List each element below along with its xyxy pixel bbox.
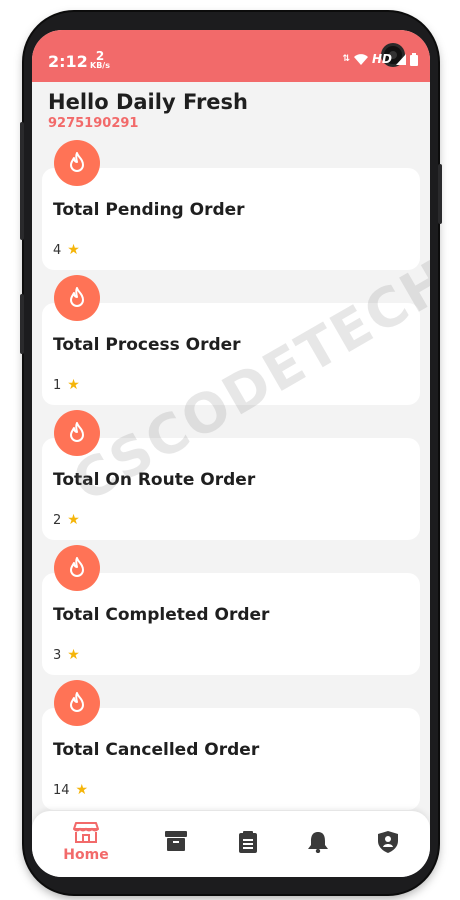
fire-icon [54, 410, 100, 456]
order-count-value: 14 [53, 782, 70, 798]
order-card-count: 1 ★ [53, 377, 80, 393]
order-card-body: Total Cancelled Order 14 ★ [42, 708, 420, 810]
order-card-label: Total Process Order [53, 335, 241, 355]
archive-icon [165, 831, 187, 851]
page-title: Hello Daily Fresh [48, 90, 249, 114]
bottom-navigation: Home [32, 811, 430, 877]
network-type: HD [371, 52, 392, 66]
shield-user-icon [378, 831, 398, 853]
order-card-label: Total Completed Order [53, 605, 270, 625]
signal-icon [396, 53, 406, 65]
app-screen: 2:12 2 KB/s ⇅ HD Hello Daily Fresh 92751… [32, 30, 430, 877]
order-count-value: 4 [53, 242, 62, 258]
data-arrows-icon: ⇅ [342, 54, 350, 64]
nav-orders[interactable] [146, 831, 206, 855]
bixby-button [20, 294, 24, 354]
network-speed: 2 KB/s [90, 50, 110, 70]
status-icons: ⇅ HD [342, 52, 418, 66]
order-card-count: 14 ★ [53, 782, 88, 798]
star-icon: ★ [75, 782, 89, 798]
order-count-value: 2 [53, 512, 62, 528]
star-icon: ★ [67, 512, 80, 528]
order-count-value: 3 [53, 647, 62, 663]
star-icon: ★ [67, 377, 80, 393]
list-icon [239, 831, 257, 853]
fire-icon [54, 275, 100, 321]
power-button [438, 164, 442, 224]
wifi-icon [353, 53, 368, 65]
network-speed-unit: KB/s [90, 61, 110, 70]
order-card-label: Total On Route Order [53, 470, 256, 490]
fire-icon [54, 545, 100, 591]
order-card-label: Total Cancelled Order [53, 740, 260, 760]
store-icon [73, 822, 99, 843]
order-card-count: 3 ★ [53, 647, 80, 663]
nav-reports[interactable] [218, 831, 278, 857]
order-count-value: 1 [53, 377, 62, 393]
order-card-body: Total Completed Order 3 ★ [42, 573, 420, 675]
status-time: 2:12 [48, 52, 88, 71]
star-icon: ★ [67, 647, 80, 663]
volume-button [20, 122, 24, 240]
order-card-body: Total On Route Order 2 ★ [42, 438, 420, 540]
order-card-label: Total Pending Order [53, 200, 245, 220]
nav-notifications[interactable] [288, 831, 348, 857]
phone-frame: 2:12 2 KB/s ⇅ HD Hello Daily Fresh 92751… [20, 12, 442, 894]
order-card-body: Total Pending Order 4 ★ [42, 168, 420, 270]
status-bar: 2:12 2 KB/s ⇅ HD [32, 30, 430, 82]
nav-profile[interactable] [358, 831, 418, 857]
fire-icon [54, 140, 100, 186]
order-card-count: 2 ★ [53, 512, 80, 528]
star-icon: ★ [67, 242, 80, 258]
nav-home-label: Home [63, 847, 109, 863]
battery-icon [410, 52, 418, 66]
order-card-count: 4 ★ [53, 242, 80, 258]
order-card-body: Total Process Order 1 ★ [42, 303, 420, 405]
nav-home[interactable]: Home [56, 821, 116, 863]
user-phone: 9275190291 [48, 116, 139, 131]
bell-icon [308, 832, 328, 854]
page-header: Hello Daily Fresh 9275190291 [48, 90, 248, 131]
fire-icon [54, 680, 100, 726]
